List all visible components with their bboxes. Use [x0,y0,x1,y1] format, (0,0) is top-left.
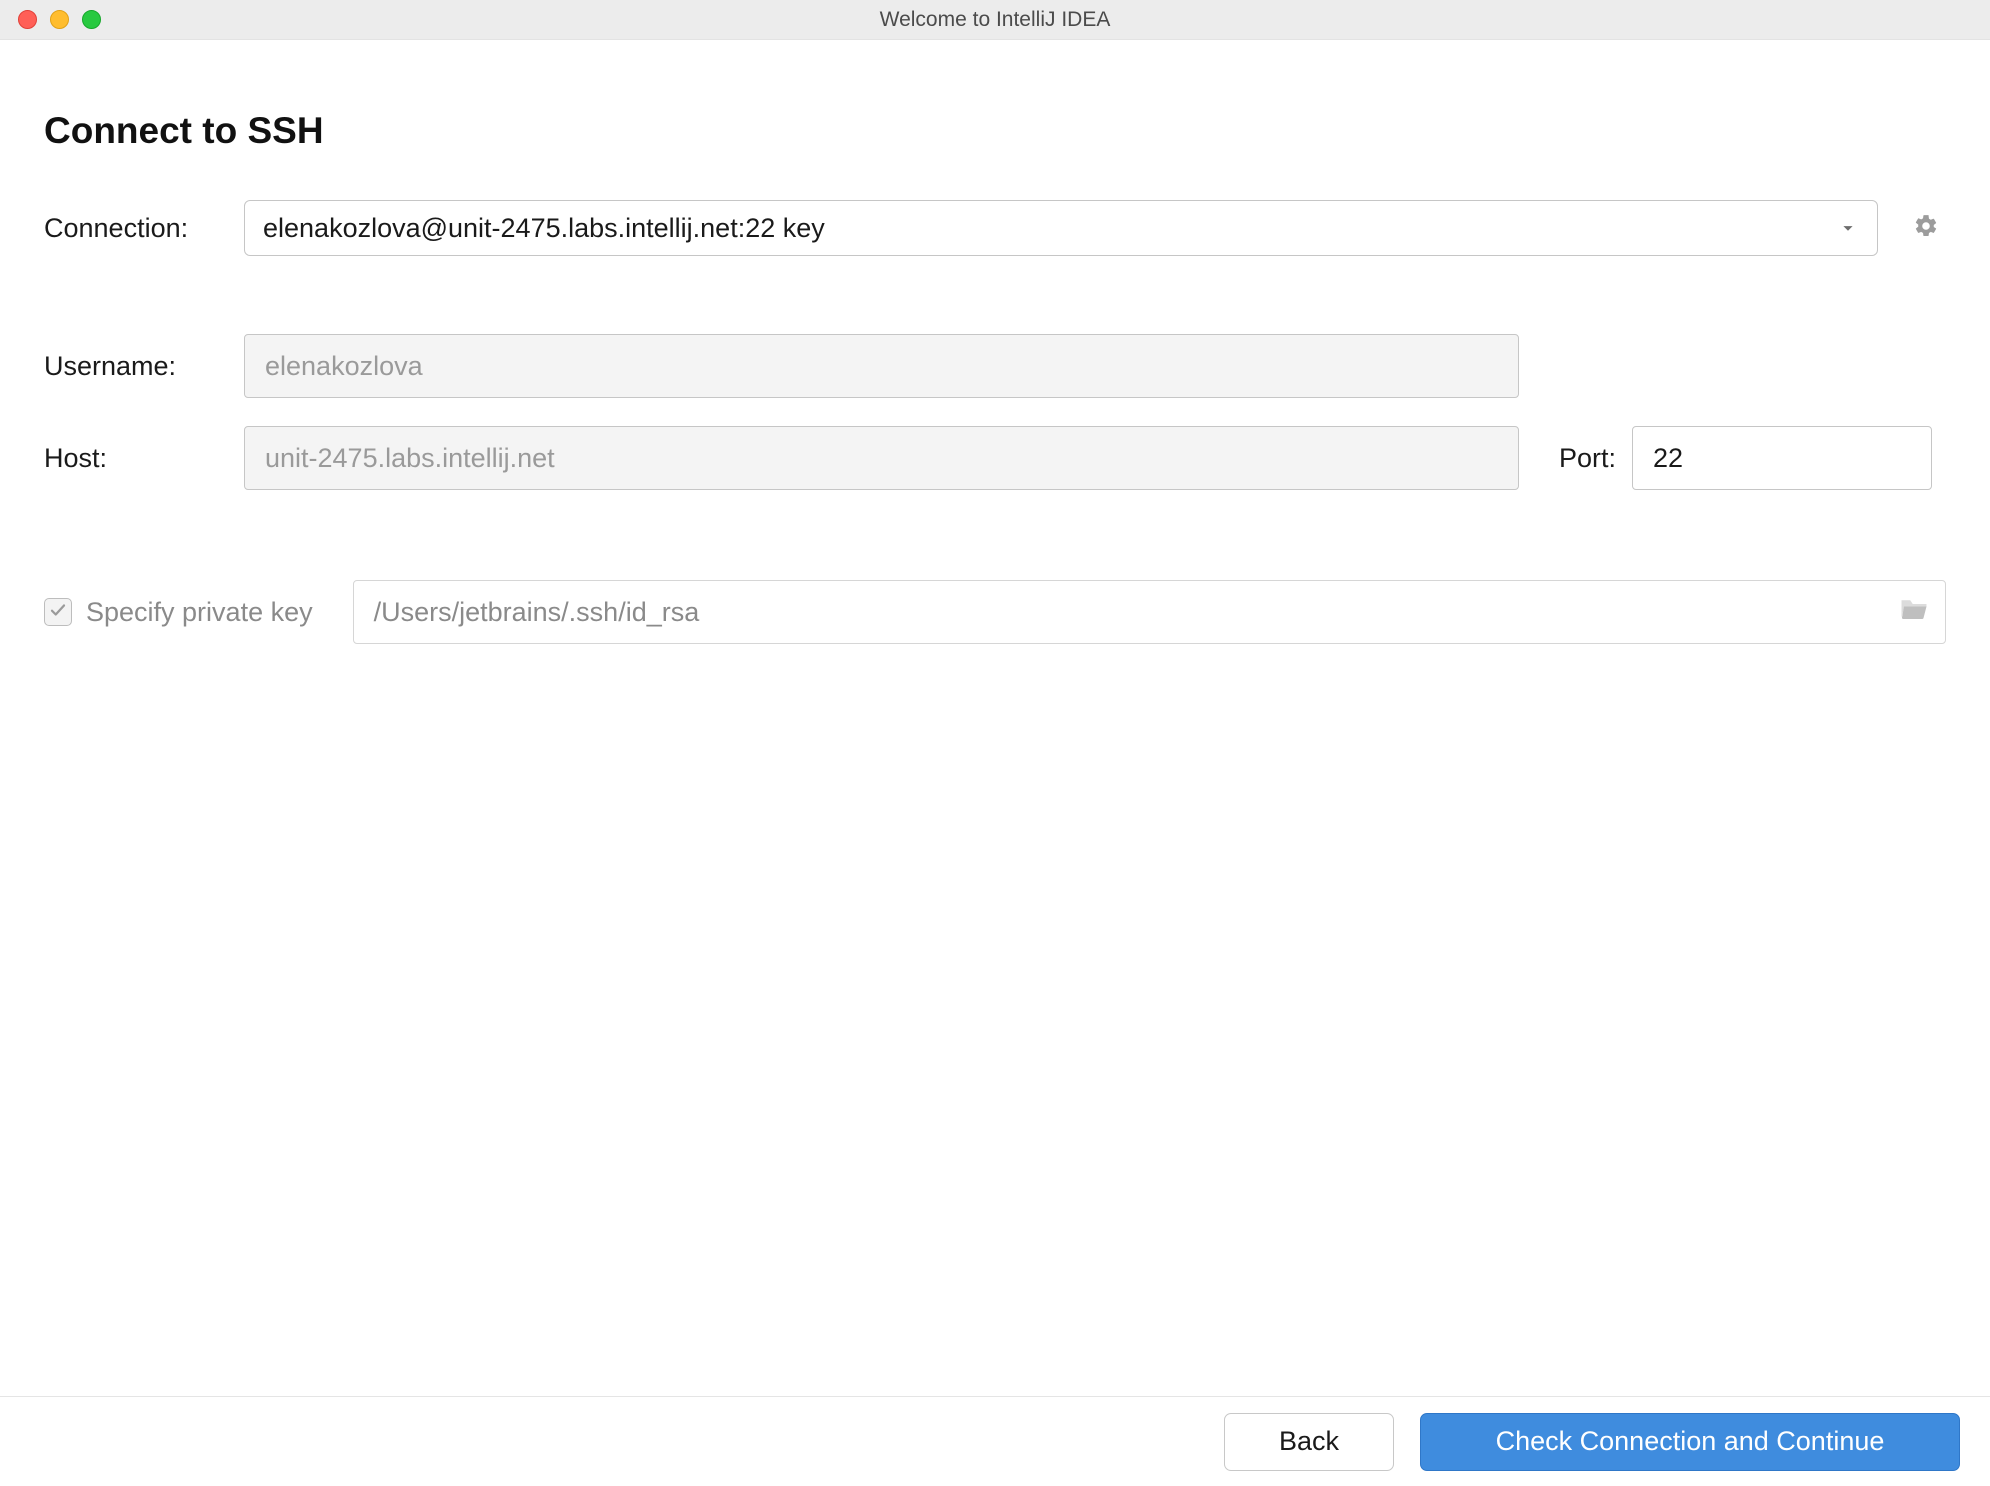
page-title: Connect to SSH [44,110,1946,152]
port-label: Port: [1559,443,1616,474]
connection-settings-button[interactable] [1906,208,1946,248]
titlebar: Welcome to IntelliJ IDEA [0,0,1990,40]
private-key-path-field[interactable]: /Users/jetbrains/.ssh/id_rsa [353,580,1946,644]
host-input[interactable] [244,426,1519,490]
back-button-label: Back [1279,1426,1339,1457]
window-controls [18,10,101,29]
port-input[interactable] [1632,426,1932,490]
minimize-window-button[interactable] [50,10,69,29]
private-key-row: Specify private key /Users/jetbrains/.ss… [44,580,1946,644]
host-row: Host: Port: [44,426,1946,490]
specify-private-key-label: Specify private key [86,597,313,628]
continue-button-label: Check Connection and Continue [1496,1426,1885,1457]
chevron-down-icon [1837,217,1859,239]
connection-label: Connection: [44,213,244,244]
maximize-window-button[interactable] [82,10,101,29]
window-title: Welcome to IntelliJ IDEA [0,8,1990,32]
connection-selected-value: elenakozlova@unit-2475.labs.intellij.net… [263,213,825,244]
connection-row: Connection: elenakozlova@unit-2475.labs.… [44,200,1946,256]
gear-icon [1913,213,1939,244]
specify-private-key-checkbox[interactable] [44,598,72,626]
check-icon [49,601,67,624]
private-key-path-value: /Users/jetbrains/.ssh/id_rsa [374,597,700,628]
back-button[interactable]: Back [1224,1413,1394,1471]
browse-private-key-button[interactable] [1899,596,1929,629]
username-row: Username: [44,334,1946,398]
close-window-button[interactable] [18,10,37,29]
folder-open-icon [1899,598,1929,628]
username-label: Username: [44,351,244,382]
footer: Back Check Connection and Continue [0,1396,1990,1486]
username-input[interactable] [244,334,1519,398]
check-connection-continue-button[interactable]: Check Connection and Continue [1420,1413,1960,1471]
connection-dropdown[interactable]: elenakozlova@unit-2475.labs.intellij.net… [244,200,1878,256]
host-label: Host: [44,443,244,474]
content-area: Connect to SSH Connection: elenakozlova@… [0,40,1990,644]
